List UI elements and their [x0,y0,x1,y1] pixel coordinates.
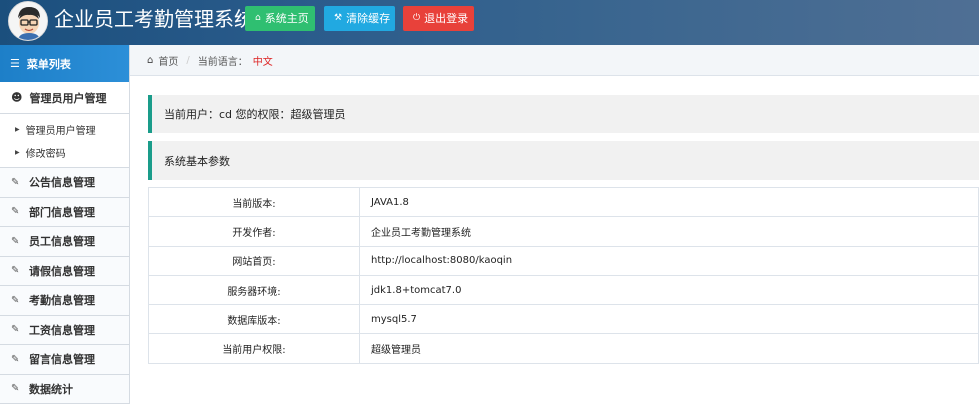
clear-cache-label: 清除缓存 [346,12,391,25]
home-icon: ⌂ [147,54,154,66]
logout-label: 退出登录 [424,12,469,25]
sidebar-item-label: 请假信息管理 [29,264,95,278]
clear-cache-button[interactable]: ⚒ 清除缓存 [324,6,395,31]
sidebar-item-label: 留言信息管理 [29,353,95,367]
caret-right-icon: ▶ [15,126,20,133]
param-key: 开发作者: [148,216,360,247]
sidebar-group-admin[interactable]: ☻ 管理员用户管理 [0,82,129,114]
sidebar-item-departments[interactable]: ✎ 部门信息管理 [0,197,129,227]
sidebar-subitem-label: 管理员用户管理 [25,126,96,137]
param-value: JAVA1.8 [359,186,979,218]
edit-icon: ✎ [11,235,20,247]
wrench-icon: ⚒ [334,13,343,23]
breadcrumb-home[interactable]: 首页 [158,53,178,68]
power-icon: ⏻ [413,13,421,23]
system-home-button[interactable]: ⌂ 系统主页 [245,6,315,31]
breadcrumb: ⌂ 首页 / 当前语言： 中文 [130,45,979,76]
edit-icon: ✎ [11,324,20,336]
sidebar-item-messages[interactable]: ✎ 留言信息管理 [0,345,129,375]
current-user-text: 当前用户：cd 您的权限：超级管理员 [164,108,346,121]
home-icon: ⌂ [255,13,261,23]
sidebar-item-label: 数据统计 [29,382,73,396]
app-title: 企业员工考勤管理系统 [54,7,254,31]
edit-icon: ✎ [11,383,20,395]
sidebar-item-label: 公告信息管理 [29,176,95,190]
sidebar-item-attendance[interactable]: ✎ 考勤信息管理 [0,286,129,316]
edit-icon: ✎ [11,206,20,218]
sidebar-heading: ☰ 菜单列表 [0,45,129,82]
sidebar-item-leave[interactable]: ✎ 请假信息管理 [0,256,129,286]
logout-button[interactable]: ⏻ 退出登录 [403,6,474,31]
sidebar-item-salary[interactable]: ✎ 工资信息管理 [0,315,129,345]
sidebar-item-employees[interactable]: ✎ 员工信息管理 [0,227,129,257]
list-icon: ☰ [10,57,20,70]
sidebar-item-label: 工资信息管理 [29,323,95,337]
sidebar-item-label: 员工信息管理 [29,235,95,249]
param-key: 服务器环境: [148,274,360,306]
table-row: 当前版本: JAVA1.8 [148,186,979,218]
table-row: 服务器环境: jdk1.8+tomcat7.0 [148,274,979,306]
sidebar-heading-label: 菜单列表 [26,57,71,71]
sidebar-item-label: 部门信息管理 [29,205,95,219]
top-header: 企业员工考勤管理系统 ⌂ 系统主页 ⚒ 清除缓存 ⏻ 退出登录 [0,0,979,45]
sidebar: ☰ 菜单列表 ☻ 管理员用户管理 ▶ 管理员用户管理 ▶ 修改密码 ✎ 公告信息… [0,45,130,404]
breadcrumb-current-language: 中文 [252,56,273,68]
param-key: 当前用户权限: [148,333,360,364]
table-row: 网站首页: http://localhost:8080/kaoqin [148,245,979,276]
param-key: 网站首页: [148,245,360,276]
table-row: 数据库版本: mysql5.7 [148,304,979,335]
sidebar-item-announcements[interactable]: ✎ 公告信息管理 [0,168,129,198]
edit-icon: ✎ [11,353,20,365]
table-row: 当前用户权限: 超级管理员 [148,333,979,364]
edit-icon: ✎ [11,294,20,306]
edit-icon: ✎ [11,265,20,277]
breadcrumb-current-label: 当前语言： [197,56,248,68]
param-value: jdk1.8+tomcat7.0 [359,274,979,306]
avatar-face-icon [9,2,47,40]
edit-icon: ✎ [11,176,20,188]
sidebar-group-admin-label: 管理员用户管理 [29,91,107,105]
user-icon: ☻ [11,91,23,104]
param-value: http://localhost:8080/kaoqin [359,245,979,276]
current-user-panel: 当前用户：cd 您的权限：超级管理员 [148,95,979,133]
avatar[interactable] [8,1,48,41]
sidebar-item-label: 考勤信息管理 [29,294,95,308]
param-value: 企业员工考勤管理系统 [359,216,979,247]
system-params-title: 系统基本参数 [164,154,230,168]
param-key: 数据库版本: [148,304,360,335]
param-value: mysql5.7 [359,304,979,335]
table-row: 开发作者: 企业员工考勤管理系统 [148,216,979,247]
system-params-table: 当前版本: JAVA1.8 开发作者: 企业员工考勤管理系统 网站首页: htt… [148,186,979,364]
system-home-label: 系统主页 [264,12,309,25]
sidebar-item-statistics[interactable]: ✎ 数据统计 [0,374,129,404]
system-params-title-panel: 系统基本参数 [148,141,979,180]
sidebar-submenu: ▶ 管理员用户管理 ▶ 修改密码 [0,114,129,168]
sidebar-subitem-label: 修改密码 [25,149,66,160]
breadcrumb-separator: / [186,54,190,66]
param-key: 当前版本: [148,186,360,218]
param-value: 超级管理员 [359,333,979,364]
sidebar-subitem-change-password[interactable]: ▶ 修改密码 [0,141,129,164]
caret-right-icon: ▶ [15,149,20,156]
sidebar-subitem-admin-users[interactable]: ▶ 管理员用户管理 [0,118,129,141]
